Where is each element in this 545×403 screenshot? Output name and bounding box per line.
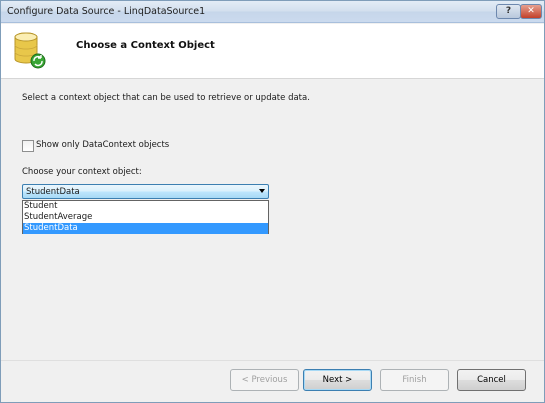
window-title: Configure Data Source - LinqDataSource1: [7, 6, 206, 17]
finish-button[interactable]: Finish: [380, 369, 449, 391]
dialog-window: Configure Data Source - LinqDataSource1 …: [0, 0, 545, 403]
page-heading: Choose a Context Object: [76, 40, 215, 51]
datacontext-checkbox-label[interactable]: Show only DataContext objects: [36, 140, 169, 150]
next-button[interactable]: Next >: [303, 369, 372, 391]
context-object-value: StudentData: [26, 187, 80, 197]
previous-button[interactable]: < Previous: [230, 369, 299, 391]
cancel-button[interactable]: Cancel: [457, 369, 526, 391]
dropdown-option-selected[interactable]: StudentData: [23, 223, 268, 234]
title-bar[interactable]: Configure Data Source - LinqDataSource1 …: [1, 1, 544, 23]
datacontext-checkbox[interactable]: [22, 140, 34, 152]
wizard-body: Select a context object that can be used…: [1, 80, 544, 360]
context-object-label: Choose your context object:: [22, 167, 142, 177]
close-button[interactable]: ✕: [520, 4, 542, 19]
context-object-select[interactable]: StudentData: [22, 184, 269, 199]
database-icon: [14, 32, 46, 69]
help-button[interactable]: ?: [496, 4, 521, 19]
chevron-down-icon[interactable]: [259, 189, 265, 193]
context-object-dropdown: Student StudentAverage StudentData: [22, 200, 269, 234]
description-text: Select a context object that can be used…: [22, 93, 310, 103]
wizard-footer: < Previous Next > Finish Cancel: [1, 360, 544, 402]
dropdown-option[interactable]: StudentAverage: [23, 212, 268, 223]
dropdown-option[interactable]: Student: [23, 201, 268, 212]
wizard-header: Choose a Context Object: [1, 24, 544, 79]
